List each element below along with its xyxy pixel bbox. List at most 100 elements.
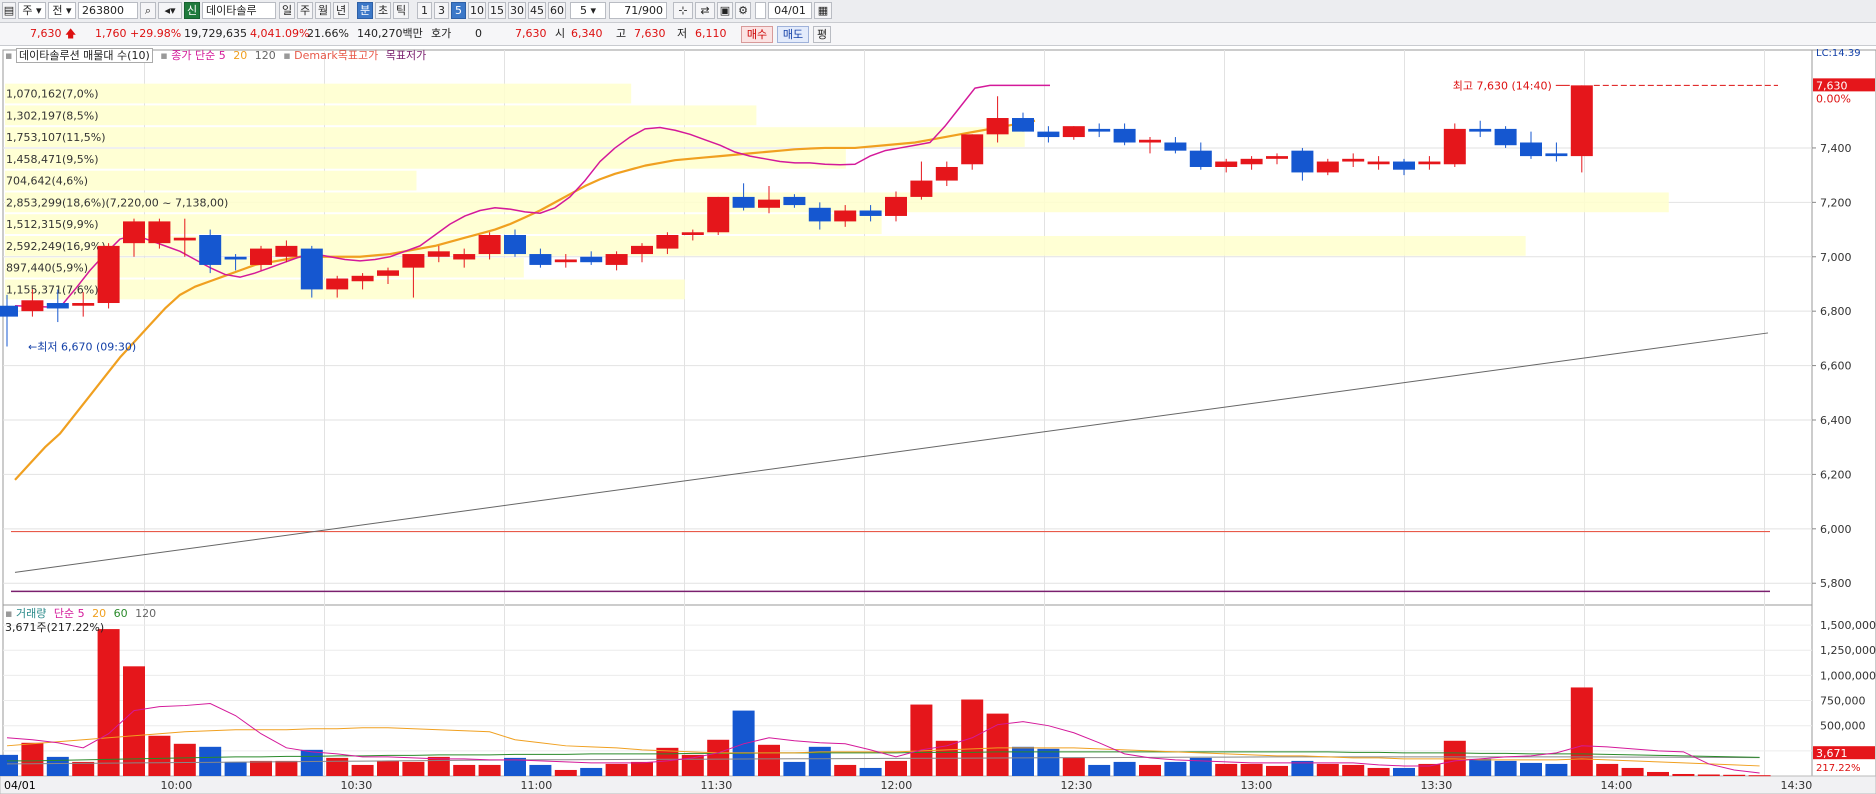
current-price-value: 7,630 [30, 27, 62, 40]
window-menu-icon[interactable]: ▤ [2, 2, 16, 19]
legend-ma20: 20 [233, 49, 248, 62]
candle-body [707, 196, 730, 233]
candle [1494, 126, 1517, 148]
volume-bar [300, 749, 323, 776]
volume-bar [275, 760, 298, 776]
high-value: 7,630 [634, 27, 666, 40]
period-week-button[interactable]: 주 [297, 2, 313, 19]
candle-body [834, 210, 857, 222]
minute-15-button[interactable]: 15 [488, 2, 506, 19]
volume-bar [554, 769, 577, 776]
legend-ma120: 120 [254, 49, 276, 62]
volume-profile-bar [5, 148, 846, 169]
compare-icon[interactable]: ⇄ [695, 2, 715, 19]
volume-bar [377, 760, 399, 776]
volume-bar [631, 761, 653, 776]
volume-bar [21, 742, 44, 776]
minute-1-button[interactable]: 1 [417, 2, 432, 19]
minute-5-button[interactable]: 5 [451, 2, 466, 19]
crosshair-icon[interactable]: ⊹ [673, 2, 693, 19]
unit-select[interactable]: 5 ▾ [570, 2, 606, 19]
candle-body [529, 254, 552, 265]
minute-45-button[interactable]: 45 [528, 2, 546, 19]
volume-bar [1316, 763, 1339, 776]
candle-body [1215, 161, 1238, 167]
y-tick-label: 7,400 [1820, 142, 1852, 155]
sell-button[interactable]: 매도 [777, 26, 809, 43]
count-field[interactable]: 71/900 [609, 2, 667, 19]
volume-bar [427, 756, 450, 776]
minute-3-button[interactable]: 3 [434, 2, 449, 19]
speaker-icon[interactable]: ◂▾ [158, 2, 182, 19]
x-tick-label: 14:30 [1781, 779, 1813, 792]
volume-bar [1545, 763, 1568, 776]
market-select[interactable]: 주 ▾ [18, 2, 46, 19]
save-icon[interactable]: ▣ [717, 2, 733, 19]
hoga-value: 0 [475, 27, 482, 40]
calendar-icon[interactable]: ▦ [814, 2, 832, 19]
date-field[interactable]: 04/01 [768, 2, 812, 19]
market2-select[interactable]: 전 ▾ [48, 2, 76, 19]
vol-tick-label: 750,000 [1820, 695, 1866, 708]
legend-demark: Demark목표고가 [294, 49, 379, 62]
volume-bar [250, 760, 272, 776]
volume-bar [1266, 765, 1288, 776]
candle-body [1443, 128, 1466, 165]
vol-current-pct: 217.22% [1816, 763, 1861, 774]
volume-bar [1037, 748, 1060, 776]
candle-body [808, 207, 831, 222]
y-tick-label: 6,200 [1820, 468, 1852, 481]
turnover-rate: 21.66% [307, 27, 349, 40]
legend-vol-ma5: 단순 5 [53, 607, 85, 620]
x-tick-label: 11:00 [521, 779, 553, 792]
current-price: 7,630 🡅 [30, 27, 76, 41]
low-value: 6,110 [695, 27, 727, 40]
period-day-button[interactable]: 일 [279, 2, 295, 19]
minute-30-button[interactable]: 30 [508, 2, 526, 19]
date-checkbox[interactable] [755, 2, 766, 19]
candle [707, 196, 730, 235]
volume-legend-square-icon: ▪ [5, 607, 13, 620]
volume-bar [402, 761, 425, 776]
volume-bar [0, 754, 18, 776]
price-chart[interactable]: 10:00 10:30 11:00 11:30 12:00 12:30 13:00 13:30… [0, 46, 1876, 794]
stock-code-input[interactable]: 263800 [78, 2, 138, 19]
hoga-label: 호가 [431, 27, 452, 40]
volume-bar [834, 764, 857, 776]
period-minute-button[interactable]: 분 [357, 2, 373, 19]
period-tick-button[interactable]: 틱 [393, 2, 409, 19]
candle-body [173, 237, 196, 241]
period-month-button[interactable]: 월 [315, 2, 331, 19]
candle-body [605, 254, 628, 265]
candle-body [402, 254, 425, 268]
minute-10-button[interactable]: 10 [468, 2, 486, 19]
buy-button[interactable]: 매수 [741, 26, 773, 43]
candle-body [1113, 128, 1136, 143]
candle-body [250, 248, 272, 265]
volume-bar [1469, 758, 1492, 776]
volume-bar [1113, 761, 1136, 776]
volume-bar [224, 761, 247, 776]
legend-vol-ma120: 120 [135, 607, 157, 620]
legend-vol-ma60: 60 [113, 607, 128, 620]
period-second-button[interactable]: 초 [375, 2, 391, 19]
period-year-button[interactable]: 년 [333, 2, 349, 19]
candle-body [1291, 150, 1314, 173]
stock-name-field[interactable]: 데이타솔루 [202, 2, 276, 19]
settings-icon[interactable]: ⚙ [735, 2, 751, 19]
volume-bar [199, 746, 222, 776]
x-first-label: 04/01 [4, 779, 36, 792]
search-icon[interactable]: ⌕ [140, 2, 156, 19]
current-price-2: 7,630 [515, 27, 547, 40]
y-axis-area [1811, 49, 1876, 777]
volume-bar [46, 756, 69, 776]
minute-60-button[interactable]: 60 [548, 2, 566, 19]
candle-body [1266, 156, 1288, 159]
volume-profile-bar [5, 127, 1025, 147]
eval-button[interactable]: 평 [813, 26, 831, 43]
pct-top-label: 0.00% [1816, 92, 1851, 105]
volume-bar [1012, 746, 1034, 776]
candle-body [97, 245, 120, 304]
volume-bar [1367, 767, 1390, 776]
candle-body [21, 300, 44, 312]
